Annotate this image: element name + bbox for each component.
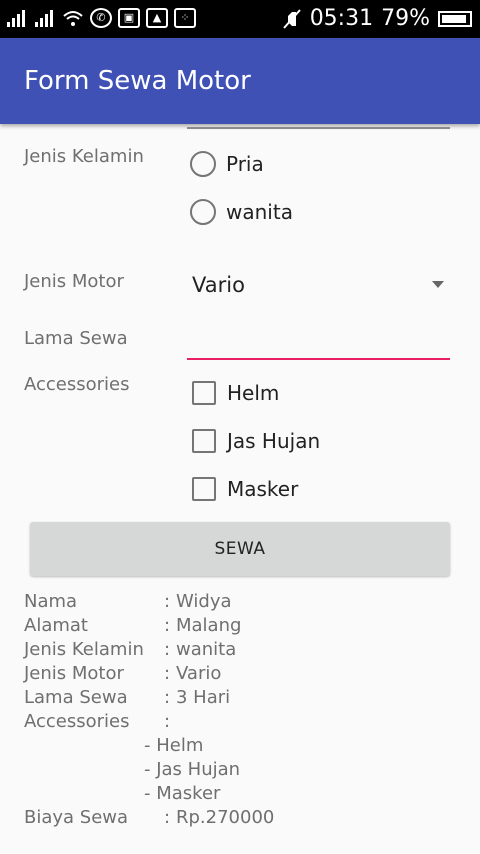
mute-icon (282, 8, 301, 29)
status-bar: ✆ ▣ ▲ ⁘ 05:31 79% (0, 0, 480, 38)
signal-icon (35, 10, 53, 27)
checkbox-label: Masker (227, 477, 299, 501)
gallery-icon: ▲ (146, 8, 168, 28)
checkbox-box[interactable] (192, 429, 216, 453)
result-separator: : (164, 615, 171, 636)
image-icon: ▣ (118, 8, 140, 28)
checkbox-jas-hujan[interactable]: Jas Hujan (192, 429, 320, 453)
battery-percent: 79% (381, 6, 430, 31)
result-key: Accessories (24, 711, 130, 732)
checkbox-helm[interactable]: Helm (192, 381, 279, 405)
bbm-icon: ⁘ (174, 8, 196, 28)
wifi-icon (63, 11, 83, 26)
radio-label: Pria (226, 152, 264, 176)
app-title: Form Sewa Motor (24, 66, 251, 96)
result-separator: : (164, 711, 171, 732)
checkbox-masker[interactable]: Masker (192, 477, 298, 501)
whatsapp-icon: ✆ (90, 8, 112, 28)
radio-pria[interactable]: Pria (190, 151, 264, 177)
dropdown-arrow-icon[interactable] (432, 281, 444, 288)
result-key: Nama (24, 591, 78, 612)
spinner-value: Vario (192, 273, 245, 297)
result-separator: : (164, 807, 171, 828)
sewa-button[interactable]: SEWA (30, 522, 450, 576)
result-value: Malang (176, 615, 242, 636)
result-key: Biaya Sewa (24, 807, 129, 828)
name-field-underline (187, 127, 450, 129)
result-separator: : (164, 639, 171, 660)
result-accessory: - Masker (144, 783, 221, 804)
result-row: Biaya Sewa: Rp.270000 (24, 806, 274, 830)
checkbox-label: Helm (227, 381, 280, 405)
result-value: Vario (176, 663, 222, 684)
result-row: Jenis Kelamin: wanita (24, 638, 274, 662)
radio-circle[interactable] (190, 151, 216, 177)
duration-input[interactable] (187, 320, 450, 360)
result-value: Widya (176, 591, 232, 612)
result-summary: Nama: Widya Alamat: Malang Jenis Kelamin: w… (24, 590, 274, 830)
result-accessory: - Jas Hujan (144, 759, 241, 780)
checkbox-label: Jas Hujan (227, 429, 321, 453)
result-row: Jenis Motor: Vario (24, 662, 274, 686)
accessories-label: Accessories (24, 374, 130, 395)
result-separator: : (164, 591, 171, 612)
result-separator: : (164, 663, 171, 684)
result-value: 3 Hari (176, 687, 231, 708)
result-key: Jenis Kelamin (24, 639, 144, 660)
result-value: wanita (176, 639, 237, 660)
result-row: Lama Sewa:3 Hari (24, 686, 274, 710)
result-accessory: - Helm (144, 735, 204, 756)
battery-icon (438, 10, 472, 27)
result-separator: : (164, 687, 171, 708)
checkbox-box[interactable] (192, 477, 216, 501)
radio-circle[interactable] (190, 199, 216, 225)
checkbox-box[interactable] (192, 381, 216, 405)
result-row: Nama: Widya (24, 590, 274, 614)
radio-label: wanita (226, 200, 293, 224)
app-bar: Form Sewa Motor (0, 38, 480, 124)
result-row: Alamat: Malang (24, 614, 274, 638)
signal-icon (7, 10, 25, 27)
motor-spinner[interactable]: Vario (192, 273, 450, 303)
result-value: Rp.270000 (176, 807, 275, 828)
clock: 05:31 (309, 6, 374, 31)
duration-label: Lama Sewa (24, 328, 128, 349)
result-key: Jenis Motor (24, 663, 124, 684)
motor-label: Jenis Motor (24, 271, 124, 292)
gender-label: Jenis Kelamin (24, 146, 144, 167)
result-key: Alamat (24, 615, 88, 636)
radio-wanita[interactable]: wanita (190, 199, 293, 225)
result-key: Lama Sewa (24, 687, 128, 708)
result-row: Accessories: (24, 710, 274, 734)
